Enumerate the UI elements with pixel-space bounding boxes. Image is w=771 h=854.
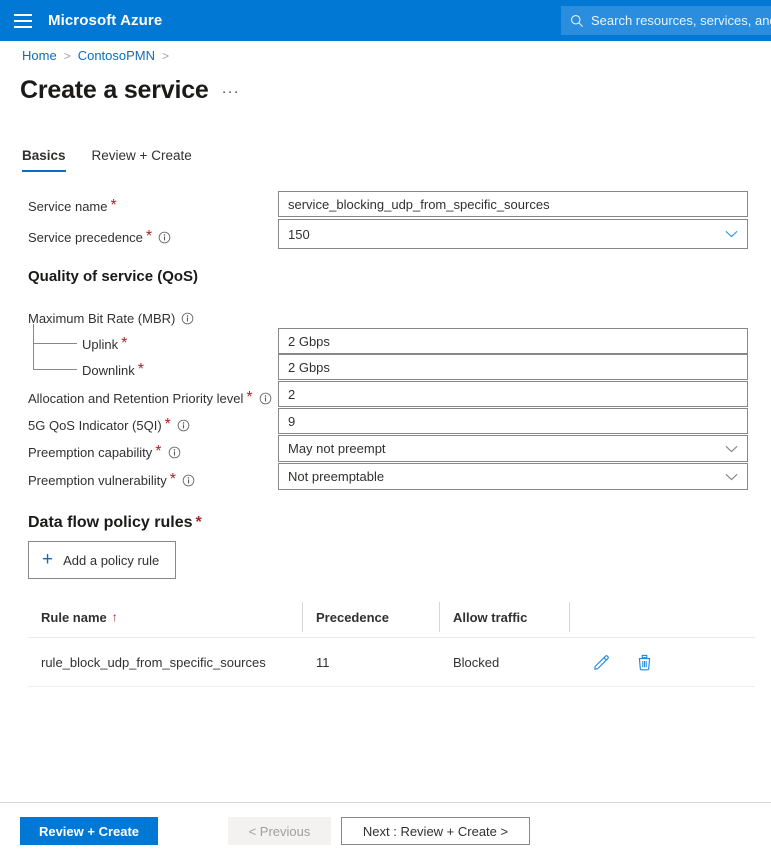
breadcrumb-separator: > (162, 48, 170, 63)
add-policy-rule-label: Add a policy rule (63, 552, 160, 568)
column-header-rule-name[interactable]: Rule name ↑ (28, 602, 303, 632)
cell-allow-traffic: Blocked (453, 654, 500, 670)
service-name-label-row: Service name * (28, 194, 117, 218)
required-marker: * (169, 471, 176, 488)
page-title: Create a service (20, 76, 209, 104)
fiveqi-value: 9 (288, 413, 296, 429)
arp-label-row: Allocation and Retention Priority level … (28, 386, 272, 410)
table-row[interactable]: rule_block_udp_from_specific_sources 11 … (28, 638, 755, 687)
global-search-box[interactable]: Search resources, services, and docs (G+… (561, 6, 771, 35)
tab-list: Basics Review + Create (22, 148, 192, 172)
column-header-rule-name-label: Rule name (41, 609, 107, 625)
preemption-vulnerability-label: Preemption vulnerability (28, 472, 167, 488)
service-precedence-select[interactable]: 150 (278, 219, 748, 249)
breadcrumb-item-contosopmn[interactable]: ContosoPMN (78, 48, 155, 63)
uplink-label: Uplink (82, 336, 119, 352)
cell-rule-name: rule_block_udp_from_specific_sources (41, 654, 266, 670)
fiveqi-label: 5G QoS Indicator (5QI) (28, 417, 162, 433)
uplink-value: 2 Gbps (288, 333, 330, 349)
info-icon[interactable] (259, 392, 272, 405)
chevron-down-icon (725, 472, 738, 481)
tab-basics[interactable]: Basics (22, 148, 66, 172)
preemption-vulnerability-label-row: Preemption vulnerability * (28, 468, 195, 492)
service-name-label: Service name (28, 198, 108, 214)
required-marker: * (195, 514, 202, 531)
required-marker: * (246, 389, 253, 406)
trash-icon[interactable] (636, 654, 653, 671)
plus-icon: + (42, 548, 54, 570)
policy-rules-table: Rule name ↑ Precedence Allow traffic rul… (28, 597, 755, 687)
cell-precedence: 11 (316, 654, 330, 670)
service-name-value: service_blocking_udp_from_specific_sourc… (288, 196, 550, 212)
arp-value: 2 (288, 386, 296, 402)
previous-button: < Previous (228, 817, 331, 845)
azure-top-bar: Microsoft Azure Search resources, servic… (0, 0, 771, 41)
breadcrumb-separator: > (63, 48, 71, 63)
policy-rules-heading-text: Data flow policy rules (28, 514, 193, 531)
breadcrumb-item-home[interactable]: Home (22, 48, 57, 63)
preemption-capability-select[interactable]: May not preempt (278, 435, 748, 462)
uplink-label-row: Uplink * (82, 332, 127, 356)
info-icon[interactable] (181, 312, 194, 325)
uplink-input[interactable]: 2 Gbps (278, 328, 748, 354)
chevron-down-icon (725, 230, 738, 239)
breadcrumb: Home > ContosoPMN > (22, 48, 169, 63)
preemption-capability-value: May not preempt (288, 441, 386, 456)
service-name-input[interactable]: service_blocking_udp_from_specific_sourc… (278, 191, 748, 217)
next-review-create-button[interactable]: Next : Review + Create > (341, 817, 530, 845)
required-marker: * (137, 361, 144, 378)
column-header-allow-traffic[interactable]: Allow traffic (440, 602, 570, 632)
downlink-label: Downlink (82, 362, 135, 378)
qos-section-heading: Quality of service (QoS) (28, 268, 199, 285)
required-marker: * (110, 197, 117, 214)
pencil-icon[interactable] (593, 654, 610, 671)
fiveqi-input[interactable]: 9 (278, 408, 748, 434)
wizard-footer: Review + Create < Previous Next : Review… (0, 803, 771, 854)
column-header-precedence[interactable]: Precedence (303, 602, 440, 632)
column-header-actions (570, 602, 755, 632)
global-search-placeholder: Search resources, services, and docs (G+… (591, 13, 771, 28)
more-options-icon[interactable]: ··· (222, 83, 240, 105)
downlink-value: 2 Gbps (288, 359, 330, 375)
fiveqi-label-row: 5G QoS Indicator (5QI) * (28, 413, 190, 437)
info-icon[interactable] (182, 474, 195, 487)
required-marker: * (155, 443, 162, 460)
service-precedence-label-row: Service precedence * (28, 225, 171, 249)
info-icon[interactable] (158, 231, 171, 244)
search-icon (570, 14, 584, 28)
azure-brand-label[interactable]: Microsoft Azure (48, 12, 162, 29)
info-icon[interactable] (177, 419, 190, 432)
policy-rules-heading: Data flow policy rules * (28, 514, 202, 532)
preemption-vulnerability-value: Not preemptable (288, 469, 385, 484)
table-header-row: Rule name ↑ Precedence Allow traffic (28, 597, 755, 638)
sort-ascending-icon: ↑ (111, 610, 118, 624)
downlink-label-row: Downlink * (82, 358, 144, 382)
preemption-vulnerability-select[interactable]: Not preemptable (278, 463, 748, 490)
tab-review-create[interactable]: Review + Create (92, 148, 192, 172)
preemption-capability-label: Preemption capability (28, 444, 153, 460)
arp-label: Allocation and Retention Priority level (28, 390, 244, 406)
downlink-input[interactable]: 2 Gbps (278, 354, 748, 380)
add-policy-rule-button[interactable]: + Add a policy rule (28, 541, 177, 579)
required-marker: * (121, 335, 128, 352)
cell-actions (570, 654, 755, 671)
service-precedence-label: Service precedence (28, 229, 143, 245)
info-icon[interactable] (168, 446, 181, 459)
service-precedence-value: 150 (288, 226, 310, 242)
mbr-tree-connector (33, 324, 77, 372)
preemption-capability-label-row: Preemption capability * (28, 440, 181, 464)
hamburger-icon[interactable] (14, 13, 32, 28)
required-marker: * (164, 416, 171, 433)
arp-input[interactable]: 2 (278, 381, 748, 407)
chevron-down-icon (725, 444, 738, 453)
review-create-button[interactable]: Review + Create (20, 817, 158, 845)
page-title-row: Create a service ··· (20, 76, 240, 105)
required-marker: * (145, 228, 153, 245)
